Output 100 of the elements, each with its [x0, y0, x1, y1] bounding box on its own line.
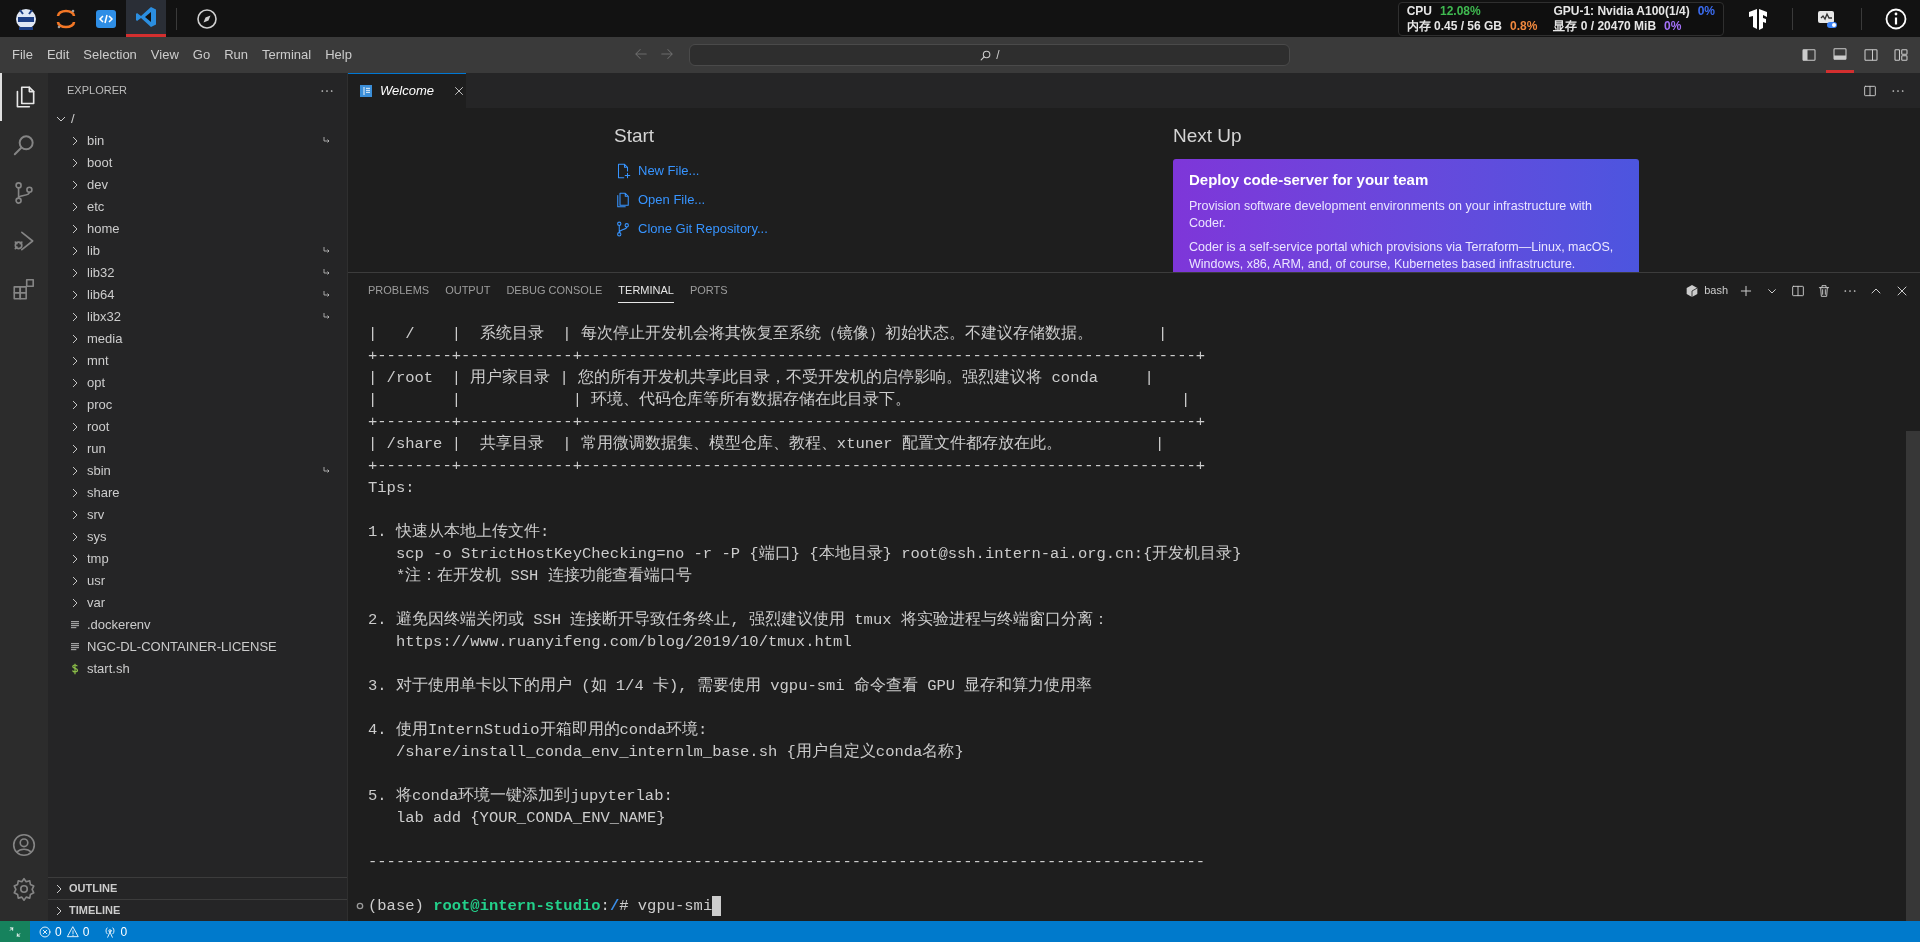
terminal-line: 1. 快速从本地上传文件:	[368, 521, 550, 543]
editor-tab[interactable]: Welcome	[348, 73, 466, 108]
compass-icon	[195, 6, 219, 31]
terminal-line: 2. 避免因终端关闭或 SSH 连接断开导致任务终止, 强烈建议使用 tmux 将实验进程与终端窗口分离：	[368, 609, 1109, 631]
tree-item[interactable]: run	[48, 438, 347, 460]
promo-card[interactable]	[1173, 158, 1639, 272]
welcome-link[interactable]: Open File...	[614, 185, 706, 215]
panel-tab[interactable]: PORTS	[689, 278, 728, 303]
settings-icon	[11, 876, 37, 902]
panel-tab[interactable]: OUTPUT	[445, 278, 491, 303]
split-layout-icon	[1862, 46, 1880, 64]
tree-item[interactable]: etc	[48, 196, 347, 218]
stat-label: CPU	[1406, 3, 1432, 19]
command-center-search[interactable]: /	[689, 44, 1290, 66]
branch-icon	[614, 220, 632, 238]
tree-item[interactable]: .dockerenv	[48, 614, 347, 636]
account-icon	[11, 832, 37, 858]
terminal-selector[interactable]: bash	[1684, 282, 1728, 299]
tree-item[interactable]: lib32	[48, 262, 347, 284]
terminal-line: Tips:	[368, 478, 415, 499]
terminal-line: | | | 环境、代码仓库等所有数据存储在此目录下。 |	[368, 389, 1191, 411]
menu-item[interactable]: Run	[217, 43, 255, 67]
menu-item[interactable]: Selection	[76, 43, 144, 67]
stat-label: 内存 0.45 / 56 GB	[1406, 18, 1503, 34]
menu-item[interactable]: View	[143, 43, 186, 67]
section-heading: Next Up	[1173, 124, 1243, 148]
tree-item[interactable]: var	[48, 592, 347, 614]
terminal-line: scp -o StrictHostKeyChecking=no -r -P {端口} {本地目录} root@ssh.intern-ai.org.cn:{开发机目录}	[394, 544, 1242, 565]
tree-item[interactable]: root	[48, 416, 347, 438]
tree-item[interactable]: opt	[48, 372, 347, 394]
trash-icon[interactable]	[1816, 282, 1832, 299]
menu-item[interactable]: Help	[318, 43, 359, 67]
terminal-line: https://www.ruanyifeng.com/blog/2019/10/tmux.html	[394, 632, 852, 653]
card-text: Coder is a self-service portal which provisions via Terraform—Linux, macOS, Windows, x86, ARM, and, of course, Kubernetes based infrastructure.	[1189, 239, 1615, 272]
section-heading: Start	[614, 124, 656, 148]
welcome-link[interactable]: New File...	[614, 156, 700, 186]
antenna-icon	[103, 924, 118, 939]
terminal-line: 5. 将conda环境一键添加到jupyterlab:	[368, 785, 673, 807]
terminal-line: 3. 对于使用单卡以下的用户 (如 1/4 卡), 需要使用 vgpu-smi 命令查看 GPU 显存和算力使用率	[368, 675, 1093, 697]
tree-item[interactable]: home	[48, 218, 347, 240]
tree-item[interactable]: media	[48, 328, 347, 350]
search-icon	[979, 48, 993, 62]
tree-item[interactable]: start.sh	[48, 658, 347, 680]
logo-icon	[14, 6, 38, 31]
terminal-line: ------------------------------------------------------------------------------------------	[368, 852, 1206, 873]
terminal-line: /share/install_conda_env_internlm_base.sh {用户自定义conda名称}	[394, 741, 964, 763]
book-icon	[358, 83, 374, 99]
tree-item[interactable]: libx32	[48, 306, 347, 328]
tree-item[interactable]: NGC-DL-CONTAINER-LICENSE	[48, 636, 347, 658]
info-icon[interactable]	[1884, 6, 1908, 31]
terminal-line: | / | 系统目录 | 每次停止开发机会将其恢复至系统（镜像）初始状态。不建议存储数据。 |	[368, 323, 1168, 345]
menu-item[interactable]: Go	[185, 43, 218, 67]
tree-item[interactable]: sbin	[48, 460, 347, 482]
panel-tab[interactable]: TERMINAL	[618, 278, 674, 303]
tree-item[interactable]: lib	[48, 240, 347, 262]
terminal-line: +--------+------------+------------------------------------------------------------------+	[368, 456, 1206, 477]
tree-item[interactable]: srv	[48, 504, 347, 526]
sidebar-title: EXPLORER	[67, 83, 127, 99]
search-icon	[11, 132, 37, 158]
tree-item[interactable]: sys	[48, 526, 347, 548]
tree-item[interactable]: bin	[48, 130, 347, 152]
terminal-prompt: (base) root@intern-studio:/# vgpu-smi	[368, 896, 713, 917]
terminal-line: +--------+------------+------------------------------------------------------------------+	[368, 412, 1206, 433]
tree-item[interactable]: usr	[48, 570, 347, 592]
terminal-line: +--------+------------+------------------------------------------------------------------+	[368, 346, 1206, 367]
tree-item[interactable]: boot	[48, 152, 347, 174]
tree-item[interactable]: proc	[48, 394, 347, 416]
ports-status[interactable]: 0	[103, 922, 128, 941]
errors-status[interactable]: 0	[38, 922, 62, 941]
tree-item[interactable]: lib64	[48, 284, 347, 306]
menu-item[interactable]: Edit	[39, 43, 77, 67]
scrollbar-thumb[interactable]	[1906, 431, 1920, 921]
error-icon	[38, 924, 52, 939]
logo-icon[interactable]	[1746, 6, 1770, 31]
sidebar-toggle-icon	[1800, 46, 1818, 64]
terminal-line: | /root | 用户家目录 | 您的所有开发机共享此目录，不受开发机的启停影响。强烈建议将 conda |	[368, 367, 1154, 389]
terminal-line: *注：在开发机 SSH 连接功能查看端口号	[394, 565, 692, 587]
terminal-line: | /share | 共享目录 | 常用微调数据集、模型仓库、教程、xtuner 配置文件都存放在此。 |	[368, 433, 1165, 455]
warnings-status[interactable]: 0	[65, 922, 90, 941]
layout-icon	[1892, 46, 1910, 64]
panel-tab[interactable]: PROBLEMS	[368, 278, 430, 303]
section-header[interactable]: OUTLINE	[48, 877, 347, 899]
ribbon-icon	[134, 5, 158, 29]
card-title: Deploy code-server for your team	[1189, 169, 1430, 190]
terminal-line: lab add {YOUR_CONDA_ENV_NAME}	[394, 808, 666, 829]
open-file-icon	[614, 191, 632, 209]
tree-item[interactable]: share	[48, 482, 347, 504]
stat-value: 0%	[1664, 18, 1682, 34]
warning-icon	[65, 924, 80, 939]
stat-value: 0.8%	[1510, 18, 1538, 34]
tree-item[interactable]: dev	[48, 174, 347, 196]
panel-tab[interactable]: DEBUG CONSOLE	[506, 278, 603, 303]
tree-item[interactable]: /	[48, 108, 347, 130]
tree-item[interactable]: tmp	[48, 548, 347, 570]
menu-item[interactable]: File	[5, 43, 40, 67]
tree-item[interactable]: mnt	[48, 350, 347, 372]
ribbon-button[interactable]	[126, 0, 166, 37]
dot-icon	[356, 902, 364, 910]
welcome-link[interactable]: Clone Git Repository...	[614, 214, 768, 244]
menu-item[interactable]: Terminal	[255, 43, 319, 67]
